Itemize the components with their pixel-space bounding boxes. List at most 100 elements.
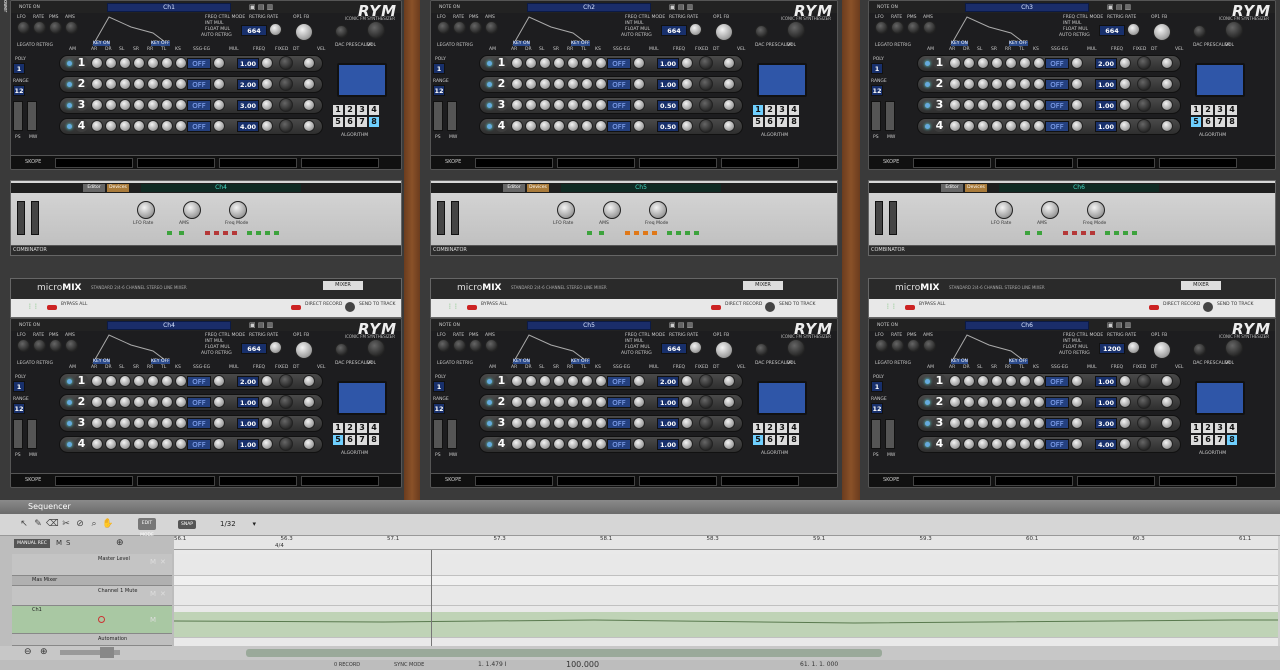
zoom-in-icon[interactable]: ⊕: [40, 647, 48, 657]
operator-3-knob-5[interactable]: [161, 99, 173, 111]
operator-4-knob-4[interactable]: [567, 120, 579, 132]
algorithm-button-6[interactable]: 6: [345, 117, 355, 127]
operator-2-knob-2[interactable]: [539, 78, 551, 90]
operator-4-freq-display[interactable]: 1.00: [657, 439, 679, 450]
folder-icon[interactable]: ▣ ▤ ▥: [249, 3, 273, 11]
operator-4-dt-knob[interactable]: [1137, 119, 1151, 133]
range-display[interactable]: 12: [13, 403, 25, 414]
devices-button[interactable]: Devices: [527, 184, 549, 192]
dac-prescaler-knob[interactable]: [335, 25, 348, 38]
operator-4-knob-0[interactable]: [949, 120, 961, 132]
algorithm-button-2[interactable]: 2: [345, 423, 355, 433]
op1-feedback-knob[interactable]: [1153, 341, 1171, 359]
operator-led-1[interactable]: [487, 61, 492, 66]
operator-1-ssg-display[interactable]: OFF: [187, 58, 211, 69]
operator-2-freq-display[interactable]: 1.00: [1095, 79, 1117, 90]
retrig-rate-display[interactable]: 664: [661, 25, 687, 36]
operator-led-2[interactable]: [487, 400, 492, 405]
retrig-rate-display[interactable]: 664: [1099, 25, 1125, 36]
operator-2-knob-6[interactable]: [1033, 396, 1045, 408]
skope-slot-4[interactable]: [301, 158, 379, 168]
operator-2-knob-3[interactable]: [553, 78, 565, 90]
operator-3-knob-1[interactable]: [963, 99, 975, 111]
combinator-knob-3[interactable]: [229, 201, 247, 219]
operator-1-knob-6[interactable]: [1033, 375, 1045, 387]
operator-2-freq-display[interactable]: 2.00: [237, 79, 259, 90]
track-close-icon[interactable]: ✕: [160, 558, 166, 566]
operator-4-fixed-knob[interactable]: [681, 120, 693, 132]
lane-ch1-clip[interactable]: [173, 612, 1278, 638]
bypass-toggle[interactable]: [47, 305, 57, 310]
operator-4-knob-6[interactable]: [1033, 120, 1045, 132]
lfo-knob-ams[interactable]: [485, 21, 498, 34]
operator-led-3[interactable]: [67, 103, 72, 108]
track-mute-button[interactable]: M: [150, 616, 156, 624]
operator-2-knob-3[interactable]: [133, 396, 145, 408]
operator-1-knob-6[interactable]: [175, 375, 187, 387]
combinator-fader-2[interactable]: [451, 201, 459, 235]
operator-3-vel-knob[interactable]: [1161, 417, 1173, 429]
operator-4-knob-1[interactable]: [105, 438, 117, 450]
operator-1-knob-3[interactable]: [553, 375, 565, 387]
operator-4-knob-1[interactable]: [105, 120, 117, 132]
combinator-name-display[interactable]: Ch5: [561, 184, 721, 192]
algorithm-button-1[interactable]: 1: [333, 105, 343, 115]
operator-1-knob-5[interactable]: [1019, 375, 1031, 387]
lfo-knob-lfo[interactable]: [875, 21, 888, 34]
editor-button[interactable]: Editor: [503, 184, 525, 192]
operator-2-freq-display[interactable]: 1.00: [657, 79, 679, 90]
mute-tool-icon[interactable]: ⊘: [74, 518, 86, 530]
bypass-toggle[interactable]: [905, 305, 915, 310]
operator-1-dt-knob[interactable]: [279, 374, 293, 388]
retrig-rate-display[interactable]: 664: [241, 25, 267, 36]
operator-3-freq-display[interactable]: 1.00: [1095, 100, 1117, 111]
operator-4-ssg-display[interactable]: OFF: [187, 121, 211, 132]
operator-4-freq-display[interactable]: 1.00: [1095, 121, 1117, 132]
folder-icon[interactable]: ▣ ▤ ▥: [669, 3, 693, 11]
operator-1-mul-knob[interactable]: [213, 57, 225, 69]
operator-2-mul-knob[interactable]: [213, 78, 225, 90]
operator-4-mul-knob[interactable]: [213, 438, 225, 450]
operator-3-freq-display[interactable]: 3.00: [237, 100, 259, 111]
dac-prescaler-knob[interactable]: [1193, 25, 1206, 38]
algorithm-button-2[interactable]: 2: [765, 423, 775, 433]
manual-rec-button[interactable]: MANUAL REC: [14, 539, 50, 548]
led-a-2[interactable]: [1072, 231, 1077, 235]
add-track-icon[interactable]: ⊕: [116, 538, 124, 548]
operator-1-mul-knob[interactable]: [633, 57, 645, 69]
algorithm-button-3[interactable]: 3: [357, 423, 367, 433]
algorithm-button-8[interactable]: 8: [369, 117, 379, 127]
operator-3-dt-knob[interactable]: [1137, 416, 1151, 430]
operator-1-knob-3[interactable]: [133, 57, 145, 69]
operator-4-knob-0[interactable]: [511, 438, 523, 450]
operator-1-dt-knob[interactable]: [1137, 374, 1151, 388]
operator-1-knob-6[interactable]: [175, 57, 187, 69]
algorithm-button-5[interactable]: 5: [333, 435, 343, 445]
dac-prescaler-knob[interactable]: [755, 25, 768, 38]
device-name-display[interactable]: Ch5: [527, 321, 651, 330]
operator-2-knob-0[interactable]: [511, 396, 523, 408]
operator-2-knob-1[interactable]: [963, 396, 975, 408]
pitch-bend-wheel[interactable]: [433, 419, 443, 449]
operator-3-ssg-display[interactable]: OFF: [187, 100, 211, 111]
operator-1-knob-3[interactable]: [991, 375, 1003, 387]
operator-4-fixed-knob[interactable]: [681, 438, 693, 450]
led-f-2[interactable]: [676, 231, 681, 235]
operator-2-knob-5[interactable]: [581, 396, 593, 408]
skope-slot-4[interactable]: [721, 158, 799, 168]
operator-1-knob-0[interactable]: [949, 375, 961, 387]
operator-4-knob-3[interactable]: [553, 438, 565, 450]
operator-1-knob-0[interactable]: [511, 375, 523, 387]
operator-1-mul-knob[interactable]: [1071, 57, 1083, 69]
operator-2-knob-0[interactable]: [91, 78, 103, 90]
algorithm-button-7[interactable]: 7: [1215, 117, 1225, 127]
operator-3-knob-2[interactable]: [977, 417, 989, 429]
operator-3-knob-2[interactable]: [539, 417, 551, 429]
operator-3-dt-knob[interactable]: [1137, 98, 1151, 112]
operator-1-vel-knob[interactable]: [723, 375, 735, 387]
operator-1-knob-5[interactable]: [581, 375, 593, 387]
record-enable-icon[interactable]: [98, 616, 105, 623]
algorithm-button-1[interactable]: 1: [1191, 423, 1201, 433]
operator-3-knob-0[interactable]: [91, 99, 103, 111]
skope-slot-1[interactable]: [475, 476, 553, 486]
